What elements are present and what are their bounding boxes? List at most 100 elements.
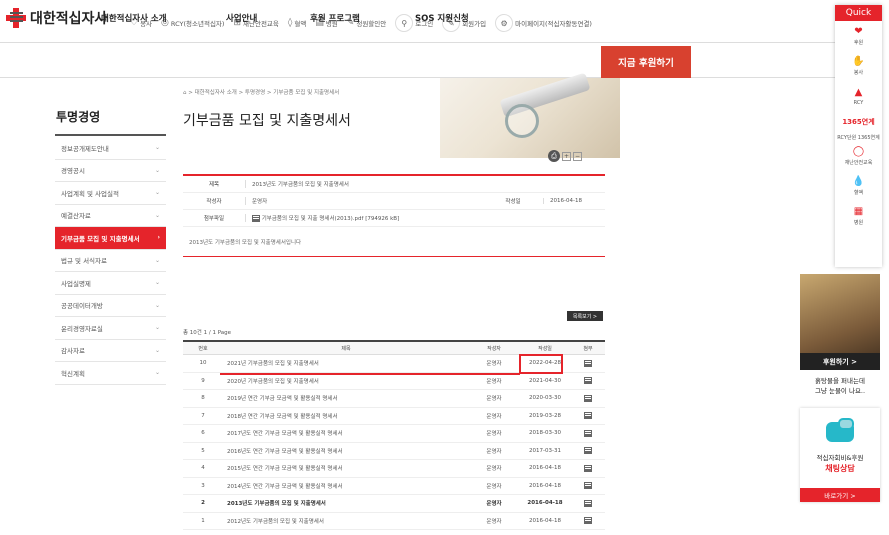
donate-now-button[interactable]: 지금 후원하기 bbox=[601, 46, 691, 78]
row-title[interactable]: 2014년도 연간 기부금 모금액 및 활용실적 명세서 bbox=[223, 482, 469, 490]
nav-item-sos[interactable]: SOS 지원신청 bbox=[415, 12, 469, 24]
sidebar-item[interactable]: 경영공시 ⌄ bbox=[55, 160, 166, 182]
quick-item-label: 혈액 bbox=[853, 190, 864, 196]
table-row[interactable]: 3 2014년도 연간 기부금 모금액 및 활용실적 명세서 운영자 2016-04-… bbox=[183, 478, 605, 495]
highlight-underline bbox=[220, 373, 520, 375]
chevron-down-icon: ⌄ bbox=[154, 346, 160, 354]
file-icon bbox=[584, 377, 592, 385]
sidebar-item-label: 윤리경영자료실 bbox=[61, 324, 103, 333]
row-attachment[interactable] bbox=[571, 394, 605, 402]
list-view-button[interactable]: 목록보기 > bbox=[567, 311, 603, 321]
table-row[interactable]: 4 2015년도 연간 기부금 모금액 및 활용실적 명세서 운영자 2016-04-… bbox=[183, 460, 605, 478]
zoom-in-icon[interactable]: + bbox=[562, 151, 571, 161]
row-title[interactable]: 2012년도 기부금품의 모집 및 지출명세서 bbox=[223, 517, 469, 525]
sidebar-item[interactable]: 법규 및 서식자료 ⌄ bbox=[55, 250, 166, 272]
sidebar-item[interactable]: 공공데이터개방 ⌄ bbox=[55, 295, 166, 317]
quick-item[interactable]: ❤ 후원 bbox=[835, 21, 882, 51]
sidebar-item[interactable]: 사업계획 및 사업실적 ⌄ bbox=[55, 182, 166, 205]
nav-item-business[interactable]: 사업안내 bbox=[226, 12, 257, 24]
row-title[interactable]: 2013년도 기부금품의 모집 및 지출명세서 bbox=[223, 499, 469, 507]
title-label: 제목 bbox=[208, 182, 220, 188]
row-title[interactable]: 2018년 연간 기부금 모금액 및 활용실적 명세서 bbox=[223, 412, 469, 420]
quick-item[interactable]: ▲ RCY bbox=[835, 81, 882, 111]
table-row[interactable]: 5 2016년도 연간 기부금 모금액 및 활용실적 명세서 운영자 2017-03-… bbox=[183, 443, 605, 460]
post-content: 2013년도 기부금품의 모집 및 지출명세서입니다 bbox=[189, 240, 302, 246]
quick-item-label: RCY bbox=[853, 99, 864, 106]
author-label: 작성자 bbox=[206, 199, 222, 205]
row-title[interactable]: 2019년 연간 기부금 모금액 및 활용실적 명세서 bbox=[223, 394, 469, 402]
chat-card-text2: 채팅상담 bbox=[825, 464, 855, 473]
quick-title: Quick bbox=[835, 5, 882, 21]
hamburger-menu-icon[interactable] bbox=[10, 12, 23, 22]
quick-item[interactable]: ◯ 재난안전교육 bbox=[835, 141, 882, 171]
file-icon bbox=[584, 482, 592, 490]
sidebar-item[interactable]: 예결산자료 ⌄ bbox=[55, 205, 166, 227]
row-number: 1 bbox=[201, 517, 205, 524]
title-value: 2013년도 기부금품의 모집 및 지출명세서 bbox=[245, 180, 605, 188]
row-attachment[interactable] bbox=[571, 464, 605, 472]
quick-item-label: 봉사 bbox=[853, 70, 864, 76]
sidebar-item[interactable]: 윤리경영자료실 ⌄ bbox=[55, 317, 166, 340]
row-title[interactable]: 2017년도 연간 기부금 모금액 및 활용실적 명세서 bbox=[223, 429, 469, 437]
table-row[interactable]: 2 2013년도 기부금품의 모집 및 지출명세서 운영자 2016-04-18 bbox=[183, 495, 605, 513]
file-icon bbox=[584, 359, 592, 367]
sidebar-item[interactable]: 혁신계획 ⌄ bbox=[55, 362, 166, 385]
row-number: 3 bbox=[201, 482, 205, 489]
nav-item-sponsor[interactable]: 후원 프로그램 bbox=[310, 12, 360, 24]
sidebar-item[interactable]: 감사자료 ⌄ bbox=[55, 340, 166, 362]
row-attachment[interactable] bbox=[571, 447, 605, 455]
table-row[interactable]: 7 2018년 연간 기부금 모금액 및 활용실적 명세서 운영자 2019-03-2… bbox=[183, 408, 605, 425]
chat-consult-card[interactable]: 적십자회비&후원 채팅상담 바로가기 > bbox=[800, 408, 880, 502]
chat-go-button[interactable]: 바로가기 > bbox=[800, 488, 880, 502]
sidebar-title: 투명경영 bbox=[56, 110, 101, 124]
col-author-header: 작성자 bbox=[487, 345, 501, 352]
row-attachment[interactable] bbox=[571, 412, 605, 420]
row-author: 운영자 bbox=[486, 413, 502, 420]
table-row[interactable]: 8 2019년 연간 기부금 모금액 및 활용실적 명세서 운영자 2020-03-3… bbox=[183, 390, 605, 408]
row-number: 8 bbox=[201, 395, 205, 402]
row-attachment[interactable] bbox=[571, 377, 605, 385]
sidebar-item[interactable]: 사업실명제 ⌄ bbox=[55, 272, 166, 295]
row-attachment[interactable] bbox=[571, 482, 605, 490]
row-attachment[interactable] bbox=[571, 517, 605, 525]
col-date-header: 작성일 bbox=[538, 345, 552, 352]
row-date: 2016-04-18 bbox=[529, 465, 561, 472]
row-attachment[interactable] bbox=[571, 429, 605, 437]
file-link[interactable]: 기부금품의 모집 및 지출 명세서(2013).pdf [794926 kB] bbox=[245, 214, 605, 222]
quick-item[interactable]: ✋ 봉사 bbox=[835, 51, 882, 81]
util-link[interactable]: ◎ RCY(청소년적십자) bbox=[161, 18, 224, 28]
table-row[interactable]: 1 2012년도 기부금품의 모집 및 지출명세서 운영자 2016-04-18 bbox=[183, 513, 605, 530]
row-attachment[interactable] bbox=[571, 499, 605, 507]
row-title[interactable]: 2021년 기부금품의 모집 및 지출명세서 bbox=[223, 359, 469, 367]
chevron-down-icon: ⌄ bbox=[154, 189, 160, 197]
util-link-label: RCY(청소년적십자) bbox=[170, 20, 225, 28]
lifebuoy-icon: ◯ bbox=[852, 146, 865, 157]
quick-item[interactable]: 💧 혈액 bbox=[835, 171, 882, 201]
zoom-out-icon[interactable]: − bbox=[573, 151, 582, 161]
row-author: 운영자 bbox=[486, 431, 502, 438]
sidebar-item[interactable]: 기부금품 모집 및 지출명세서 › bbox=[55, 227, 166, 250]
table-row[interactable]: 6 2017년도 연간 기부금 모금액 및 활용실적 명세서 운영자 2018-03-… bbox=[183, 425, 605, 443]
file-icon bbox=[584, 499, 592, 507]
ad-caption-line2: 그냥 눈물이 나요.. bbox=[814, 387, 866, 395]
mypage-link[interactable]: ⚙ 마이페이지(적십자활동연결) bbox=[495, 14, 592, 32]
quick-item[interactable]: ▦ 병원 bbox=[835, 201, 882, 231]
row-title[interactable]: 2015년도 연간 기부금 모금액 및 활용실적 명세서 bbox=[223, 464, 469, 472]
quick-item-1365[interactable]: 1365연계 RCY단원 1365연계 bbox=[835, 111, 882, 142]
row-attachment[interactable] bbox=[571, 359, 605, 367]
chevron-down-icon: ⌄ bbox=[154, 279, 160, 287]
page-title: 기부금품 모집 및 지출명세서 bbox=[183, 113, 351, 129]
ad-donate-button[interactable]: 후원하기 > bbox=[800, 353, 880, 370]
print-icon[interactable]: ⎙ bbox=[548, 150, 560, 162]
util-link[interactable]: ◊ 혈액 bbox=[288, 18, 306, 28]
detail-file-row: 첨부파일 기부금품의 모집 및 지출 명세서(2013).pdf [794926… bbox=[183, 210, 605, 227]
row-author: 운영자 bbox=[486, 483, 502, 490]
file-name[interactable]: 기부금품의 모집 및 지출 명세서(2013).pdf [794926 kB] bbox=[262, 216, 399, 222]
chevron-down-icon: ⌄ bbox=[154, 324, 160, 332]
sidebar-item[interactable]: 정보공개제도안내 ⌄ bbox=[55, 137, 166, 160]
row-title[interactable]: 2020년 기부금품의 모집 및 지출명세서 bbox=[223, 377, 469, 385]
date-value: 2016-04-18 bbox=[543, 198, 605, 204]
table-row[interactable]: 9 2020년 기부금품의 모집 및 지출명세서 운영자 2021-04-30 bbox=[183, 373, 605, 390]
row-title[interactable]: 2016년도 연간 기부금 모금액 및 활용실적 명세서 bbox=[223, 447, 469, 455]
nav-item-intro[interactable]: 대한적십자사 소개 bbox=[101, 12, 167, 24]
